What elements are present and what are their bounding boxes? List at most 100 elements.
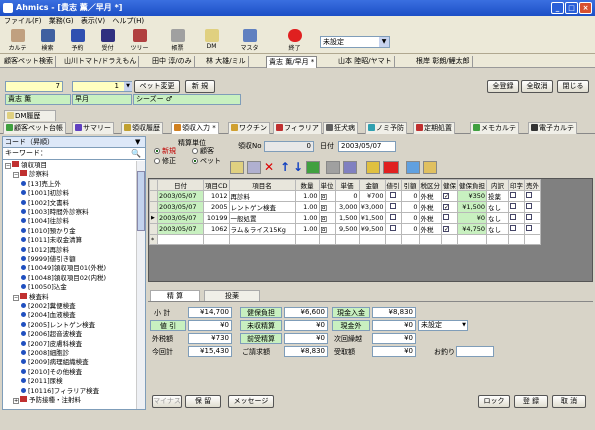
menu-help[interactable]: ヘルプ(H) — [112, 17, 144, 25]
tree-item[interactable]: [1004]往診料 — [21, 217, 69, 226]
checkbox[interactable] — [510, 203, 517, 209]
chevron-down-icon[interactable]: ▼ — [124, 82, 132, 91]
printer-icon[interactable] — [326, 161, 340, 174]
tree-item[interactable]: [2004]血液検査 — [21, 311, 76, 320]
table-row[interactable]: 2003/05/07 1062 ラム＆ライス15Kg 1.00 回 9,500 ¥9,500… — [149, 223, 542, 235]
cash-out-value[interactable]: ¥0 — [372, 320, 416, 331]
pet-name-field[interactable]: 早月 — [72, 94, 132, 105]
master-button[interactable]: マスタ — [235, 28, 264, 53]
column-header[interactable]: 日付 — [157, 179, 204, 191]
tab-memo-karte[interactable]: メモカルテ — [470, 122, 519, 134]
cell-insamt[interactable]: ¥0 — [457, 212, 488, 224]
cell-date[interactable]: 2003/05/07 — [157, 201, 204, 213]
cell-amount[interactable]: ¥9,500 — [358, 223, 386, 235]
cell-exclude[interactable] — [524, 223, 542, 235]
cell-tax[interactable]: 外税 — [418, 223, 443, 235]
tree-scrollbar[interactable] — [136, 161, 145, 409]
cash-in-value[interactable]: ¥8,830 — [372, 307, 416, 318]
cell-disc[interactable] — [384, 190, 402, 202]
received-value[interactable]: ¥0 — [372, 346, 416, 357]
tab-receipt-history[interactable]: 領収履歴 — [121, 122, 163, 134]
cell-ins[interactable]: ✓ — [441, 201, 459, 213]
empty-cell[interactable] — [228, 234, 296, 245]
cell-qty[interactable]: 1.00 — [294, 223, 320, 235]
column-header[interactable]: 健保 — [441, 179, 459, 191]
unpaid-value[interactable]: ¥0 — [284, 320, 328, 331]
cell-unit[interactable]: 回 — [318, 223, 336, 235]
tab-rabies[interactable]: 狂犬病 — [323, 122, 358, 134]
cell-amount[interactable]: ¥3,000 — [358, 201, 386, 213]
checkbox[interactable]: ✓ — [443, 193, 449, 200]
row-selector[interactable] — [149, 223, 158, 235]
move-up-icon[interactable]: ↑ — [280, 160, 290, 174]
lock-button[interactable]: ロック — [478, 395, 510, 408]
reservation-button[interactable]: 予約 — [63, 28, 92, 53]
cell-amount[interactable]: ¥700 — [358, 190, 386, 202]
cell-print[interactable] — [508, 201, 526, 213]
edit-icon[interactable] — [406, 161, 420, 174]
tab-regular-treatment[interactable]: 定期処置 — [413, 122, 455, 134]
dm-button[interactable]: DM — [197, 28, 226, 53]
cell-price[interactable]: 3,000 — [334, 201, 360, 213]
cell-tax[interactable]: 外税 — [418, 212, 443, 224]
close-window-button[interactable]: 閉じる — [557, 80, 589, 93]
tree-item[interactable]: [1001]初診料 — [21, 189, 69, 198]
checkbox[interactable] — [526, 203, 533, 209]
tab-patient-6[interactable]: 根岸 彰朗/鯉太郎 — [414, 56, 473, 68]
tab-receipt-input[interactable]: 領収入力 * — [171, 122, 219, 134]
checkbox[interactable] — [510, 225, 517, 231]
register-button[interactable]: 登 録 — [514, 395, 548, 408]
cell-price[interactable]: 1,500 — [334, 212, 360, 224]
cell-cd[interactable]: 10199 — [203, 212, 230, 224]
tree-item[interactable]: [2011]尿検 — [21, 377, 63, 386]
cell-exclude[interactable] — [524, 212, 542, 224]
column-header[interactable]: 内訳 — [486, 179, 510, 191]
cell-date[interactable]: 2003/05/07 — [157, 212, 204, 224]
empty-cell[interactable] — [294, 234, 320, 245]
tab-flea-prevention[interactable]: ノミ予防 — [365, 122, 407, 134]
cell-detail[interactable]: 投薬 — [486, 190, 510, 202]
tab-dm-history[interactable]: DM履歴 — [4, 110, 56, 121]
cell-disc[interactable] — [384, 212, 402, 224]
discount-value[interactable]: ¥0 — [188, 320, 232, 331]
close-button[interactable]: × — [579, 2, 592, 14]
cell-ins[interactable]: ✓ — [441, 190, 459, 202]
tree-item[interactable]: [1003]時間外診察料 — [21, 208, 89, 217]
tab-patient-5[interactable]: 山本 陸昭/ヤマト — [336, 56, 395, 68]
sort-icon[interactable] — [306, 161, 320, 174]
preview-icon[interactable] — [343, 161, 357, 174]
cell-detail[interactable]: なし — [486, 223, 510, 235]
menu-file[interactable]: ファイル(F) — [4, 17, 42, 25]
expand-icon[interactable]: + — [13, 398, 19, 404]
tree-item[interactable]: [10048]領収項目02(内税) — [21, 274, 106, 283]
column-header[interactable]: 引額 — [400, 179, 420, 191]
cell-ins[interactable]: ✓ — [441, 223, 459, 235]
checkbox[interactable] — [443, 214, 450, 220]
tree-item[interactable]: [13]売上外 — [21, 180, 61, 189]
empty-cell[interactable] — [334, 234, 360, 245]
column-header[interactable]: 項目名 — [228, 179, 296, 191]
row-selector[interactable] — [149, 190, 158, 202]
checkbox[interactable] — [526, 192, 533, 198]
empty-cell[interactable] — [400, 234, 420, 245]
chevron-down-icon[interactable]: ▼ — [462, 321, 466, 330]
empty-cell[interactable] — [508, 234, 526, 245]
cell-name[interactable]: 一般処置 — [228, 212, 296, 224]
tree-item[interactable]: [10050]込金 — [21, 283, 67, 292]
column-header[interactable]: 数量 — [294, 179, 320, 191]
tab-customer-search[interactable]: 顧客ペット検索 — [2, 56, 56, 68]
calculate-icon[interactable] — [366, 161, 380, 174]
radio-edit[interactable]: 修正 — [154, 156, 176, 166]
table-row[interactable]: 2003/05/07 1012 再診料 1.00 回 0 ¥700 0 外税 ✓ ¥350 投薬 — [149, 190, 542, 202]
checkbox[interactable] — [390, 214, 397, 220]
cell-qty[interactable]: 1.00 — [294, 212, 320, 224]
cell-price[interactable]: 9,500 — [334, 223, 360, 235]
reception-button[interactable]: 受付 — [93, 28, 122, 53]
cell-cd[interactable]: 1012 — [203, 190, 230, 202]
cell-disc[interactable] — [384, 223, 402, 235]
message-button[interactable]: メッセージ — [228, 395, 274, 408]
karte-button[interactable]: カルテ — [3, 28, 32, 53]
move-down-icon[interactable]: ↓ — [293, 160, 303, 174]
radio-new[interactable]: 新規 — [154, 146, 176, 156]
tree-button[interactable]: ツリー — [125, 28, 154, 53]
